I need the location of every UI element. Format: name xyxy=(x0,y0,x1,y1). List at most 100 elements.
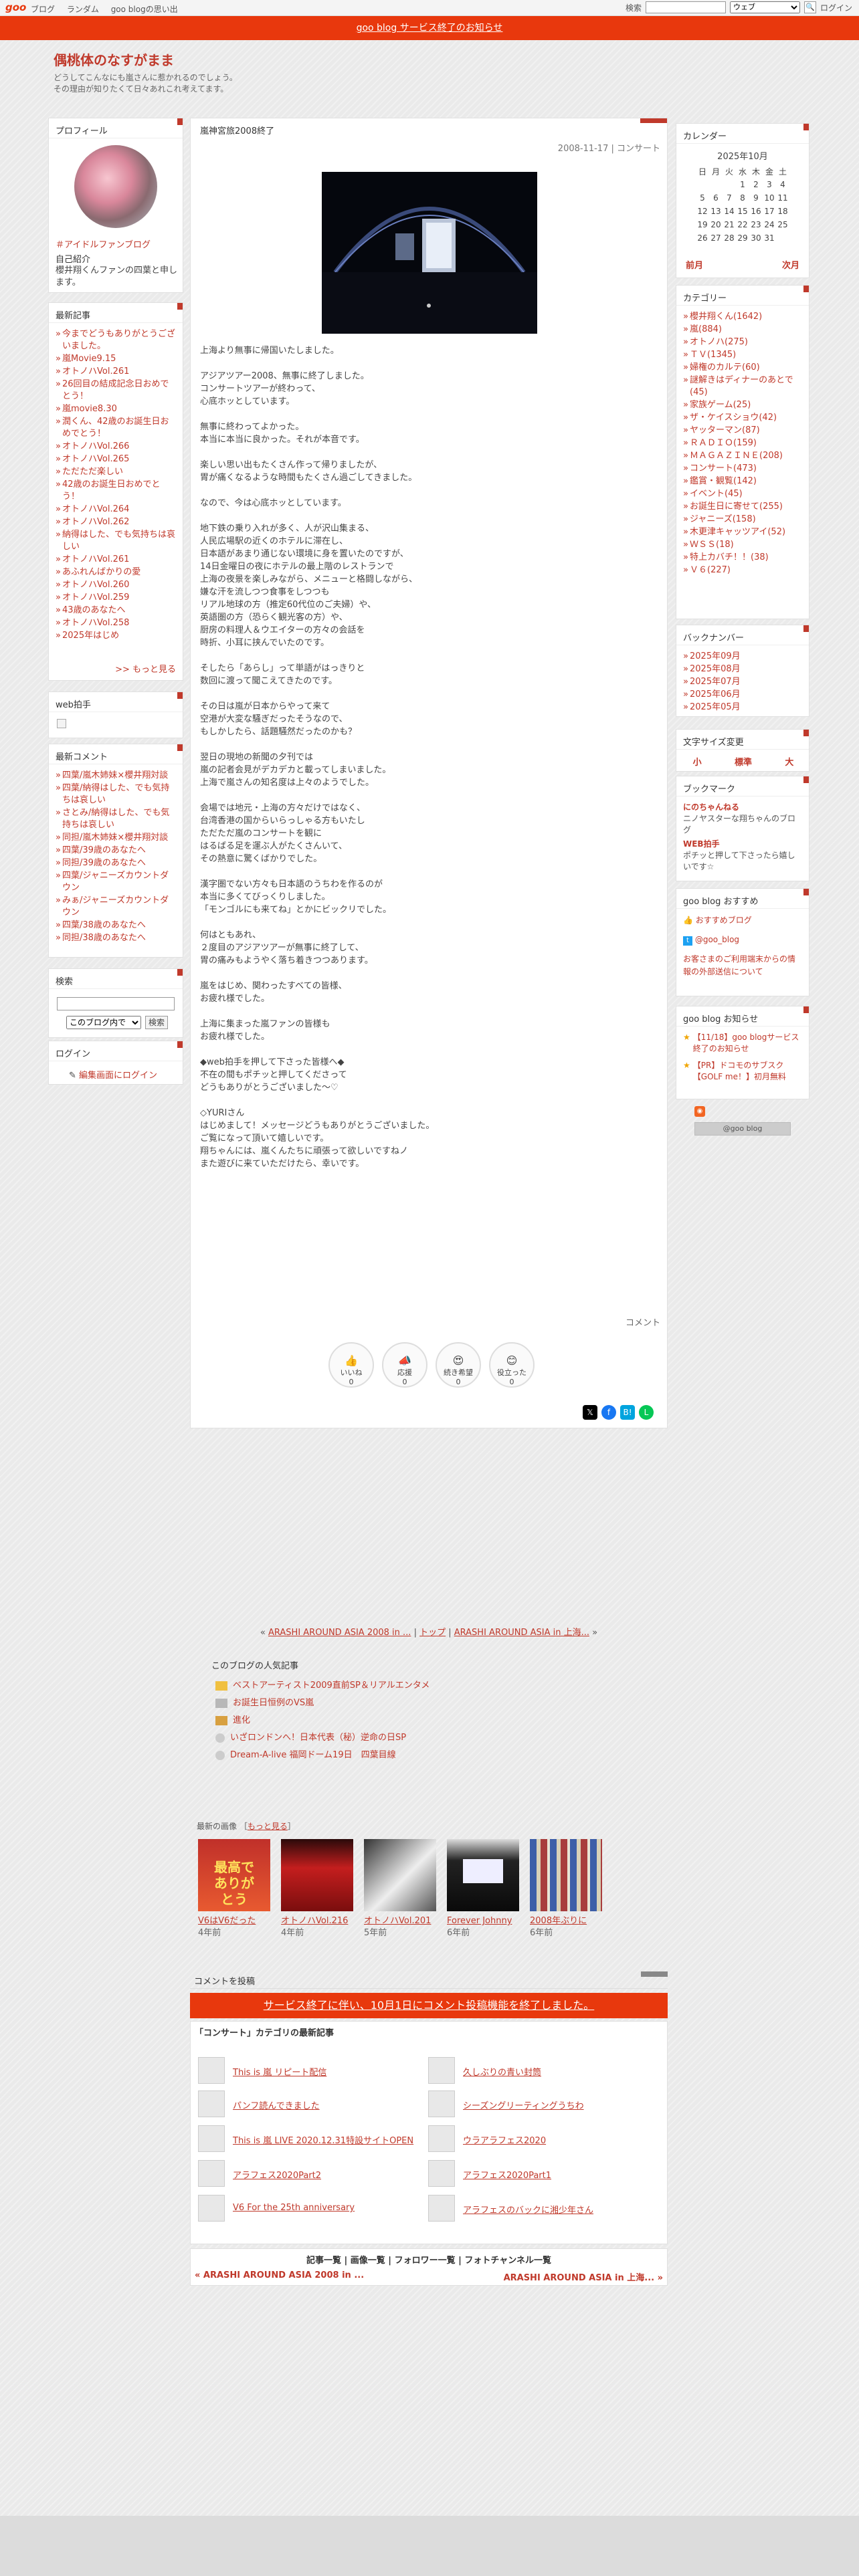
fontsize-normal[interactable]: 標準 xyxy=(735,755,752,768)
category-latest-item[interactable]: アラフェス2020Part1 xyxy=(428,2160,642,2187)
recent-post-item[interactable]: オトノハVol.266 xyxy=(56,441,176,453)
recent-post-item[interactable]: 2025年はじめ xyxy=(56,630,176,642)
category-latest-item[interactable]: アラフェスのバックに湘少年さん xyxy=(428,2195,642,2222)
recent-post-item[interactable]: 43歳のあなたへ xyxy=(56,605,176,617)
recent-more-link[interactable]: >> もっと見る xyxy=(115,665,176,675)
recent-image-thumb[interactable] xyxy=(530,1839,602,1911)
goo-blog-twitter-link[interactable]: @goo_blog xyxy=(695,935,739,944)
category-latest-item[interactable]: シーズングリーティングうちわ xyxy=(428,2090,642,2117)
recent-image-thumb[interactable] xyxy=(364,1839,436,1911)
photo-channel-link[interactable]: フォトチャンネル一覧 xyxy=(464,2256,551,2266)
want-more-button[interactable]: 😍 続き希望 0 xyxy=(436,1342,481,1388)
recent-post-item[interactable]: 26回目の結成記念日おめでとう！ xyxy=(56,379,176,403)
service-end-link[interactable]: goo blog サービス終了のお知らせ xyxy=(357,23,503,33)
news-item[interactable]: 【PR】ドコモのサブスク【GOLF me！】初月無料 xyxy=(693,1060,802,1083)
category-latest-item[interactable]: This is 嵐 LIVE 2020.12.31特設サイトOPEN xyxy=(198,2125,413,2152)
recent-post-item[interactable]: オトノハVol.261 xyxy=(56,554,176,566)
search-button[interactable]: 🔍 xyxy=(803,1,816,13)
popular-item[interactable]: Dream-A-live 福岡ドーム19日 四葉目線 xyxy=(230,1750,396,1760)
recent-comment-item[interactable]: 同担/39歳のあなたへ xyxy=(56,857,176,869)
rss-icon[interactable]: ◉ xyxy=(694,1106,705,1117)
recent-comment-item[interactable]: 四葉/38歳のあなたへ xyxy=(56,920,176,932)
pager-next[interactable]: ARASHI AROUND ASIA in 上海... xyxy=(454,1628,589,1638)
fontsize-large[interactable]: 大 xyxy=(785,755,793,768)
recent-post-item[interactable]: オトノハVol.265 xyxy=(56,453,176,465)
blog-search-input[interactable] xyxy=(57,997,175,1010)
category-item[interactable]: コンサート(473) xyxy=(683,463,802,475)
category-item[interactable]: 鑑賞・観覧(142) xyxy=(683,475,802,488)
article-title[interactable]: 嵐神宮旅2008終了 xyxy=(200,124,274,136)
recent-image-thumb[interactable]: 最高で ありが とう xyxy=(198,1839,270,1911)
hatena-share-icon[interactable]: B! xyxy=(620,1405,635,1420)
bookmark-title[interactable]: にのちゃんねる xyxy=(683,802,739,812)
nav-random[interactable]: ランダム xyxy=(67,5,99,14)
article-photo[interactable] xyxy=(322,172,537,334)
category-item[interactable]: オトノハ(275) xyxy=(683,336,802,348)
category-item[interactable]: ヤッターマン(87) xyxy=(683,425,802,437)
recent-post-item[interactable]: 嵐Movie9.15 xyxy=(56,353,176,365)
x-share-icon[interactable]: 𝕏 xyxy=(583,1405,597,1420)
recent-comment-item[interactable]: 同担/嵐木姉妹×櫻井翔対談 xyxy=(56,832,176,844)
news-item[interactable]: 【11/18】goo blogサービス終了のお知らせ xyxy=(693,1032,802,1055)
nav-memories[interactable]: goo blogの思い出 xyxy=(111,5,178,14)
backnumber-item[interactable]: 2025年07月 xyxy=(683,676,802,688)
category-item[interactable]: ザ・ケイスショウ(42) xyxy=(683,412,802,424)
popular-item[interactable]: ベストアーティスト2009直前SP＆リアルエンタメ xyxy=(233,1681,430,1691)
helpful-button[interactable]: 😊 役立った 0 xyxy=(489,1342,535,1388)
goo-blog-badge[interactable]: @goo blog xyxy=(694,1122,791,1136)
recent-comment-item[interactable]: 四葉/納得はした、でも気持ちは哀しい xyxy=(56,782,176,807)
category-item[interactable]: お誕生日に寄せて(255) xyxy=(683,501,802,513)
recent-post-item[interactable]: あふれんばかりの愛 xyxy=(56,566,176,578)
recent-comment-item[interactable]: 四葉/ジャニーズカウントダウン xyxy=(56,870,176,894)
category-latest-item[interactable]: ウラアラフェス2020 xyxy=(428,2125,642,2152)
category-item[interactable]: 家族ゲーム(25) xyxy=(683,399,802,411)
recent-post-item[interactable]: 嵐movie8.30 xyxy=(56,403,176,415)
cheer-button[interactable]: 📣 応援 0 xyxy=(382,1342,427,1388)
bookmark-title[interactable]: WEB拍手 xyxy=(683,839,720,849)
recent-post-item[interactable]: オトノハVol.262 xyxy=(56,516,176,528)
recent-post-item[interactable]: 納得はした、でも気持ちは哀しい xyxy=(56,529,176,553)
bottom-next-link[interactable]: ARASHI AROUND ASIA in 上海... » xyxy=(504,2270,663,2283)
like-button[interactable]: 👍 いいね 0 xyxy=(328,1342,374,1388)
category-item[interactable]: イベント(45) xyxy=(683,488,802,500)
recent-comment-item[interactable]: 四葉/嵐木姉妹×櫻井翔対談 xyxy=(56,770,176,782)
category-item[interactable]: Ｖ６(227) xyxy=(683,564,802,576)
popular-item[interactable]: いざロンドンへ！日本代表（秘）逆命の日SP xyxy=(230,1733,406,1743)
top-search-input[interactable] xyxy=(645,1,726,13)
all-posts-link[interactable]: 記事一覧 xyxy=(306,2256,341,2266)
line-share-icon[interactable]: L xyxy=(639,1405,654,1420)
recent-comment-item[interactable]: さとみ/納得はした、でも気持ちは哀しい xyxy=(56,807,176,831)
calendar-next[interactable]: 次月 xyxy=(782,258,799,271)
search-scope-select[interactable]: ウェブ xyxy=(729,1,800,13)
webclap-image-icon[interactable] xyxy=(57,719,66,728)
category-item[interactable]: ジャニーズ(158) xyxy=(683,514,802,526)
category-latest-item[interactable]: This is 嵐 リピート配信 xyxy=(198,2057,412,2084)
category-item[interactable]: ＴＶ(1345) xyxy=(683,349,802,361)
external-transmission-link[interactable]: お客さまのご利用端末からの情報の外部送信について xyxy=(683,954,795,976)
recommend-blog-link[interactable]: おすすめブログ xyxy=(696,916,752,925)
login-link[interactable]: ログイン xyxy=(820,2,852,13)
blog-search-button[interactable]: 検索 xyxy=(145,1016,168,1029)
category-latest-item[interactable]: 久しぶりの青い封筒 xyxy=(428,2057,642,2084)
category-latest-item[interactable]: V6 For the 25th anniversary xyxy=(198,2195,412,2222)
recent-post-item[interactable]: オトノハVol.258 xyxy=(56,617,176,629)
popular-item[interactable]: お誕生日恒例のVS嵐 xyxy=(233,1698,314,1708)
category-latest-item[interactable]: アラフェス2020Part2 xyxy=(198,2160,412,2187)
backnumber-item[interactable]: 2025年06月 xyxy=(683,689,802,701)
facebook-share-icon[interactable]: f xyxy=(601,1405,616,1420)
calendar-prev[interactable]: 前月 xyxy=(686,258,703,271)
blog-title[interactable]: 偶桃体のなすがまま xyxy=(54,49,174,69)
category-item[interactable]: 特上カバチ！！(38) xyxy=(683,552,802,564)
recent-post-item[interactable]: オトノハVol.261 xyxy=(56,366,176,378)
recent-comment-item[interactable]: みぁ/ジャニーズカウントダウン xyxy=(56,895,176,919)
recent-post-item[interactable]: オトノハVol.259 xyxy=(56,592,176,604)
recent-image-thumb[interactable] xyxy=(447,1839,519,1911)
recent-post-item[interactable]: 潤くん、42歳のお誕生日おめでとう！ xyxy=(56,416,176,440)
recent-image-thumb[interactable] xyxy=(281,1839,353,1911)
recent-post-item[interactable]: ただただ楽しい xyxy=(56,466,176,478)
category-item[interactable]: 婦権のカルテ(60) xyxy=(683,362,802,374)
category-item[interactable]: 櫻井翔くん(1642) xyxy=(683,311,802,323)
edit-login-link[interactable]: 編集画面にログイン xyxy=(79,1071,157,1081)
category-latest-item[interactable]: パンフ読んできました xyxy=(198,2090,412,2117)
backnumber-item[interactable]: 2025年05月 xyxy=(683,702,802,714)
